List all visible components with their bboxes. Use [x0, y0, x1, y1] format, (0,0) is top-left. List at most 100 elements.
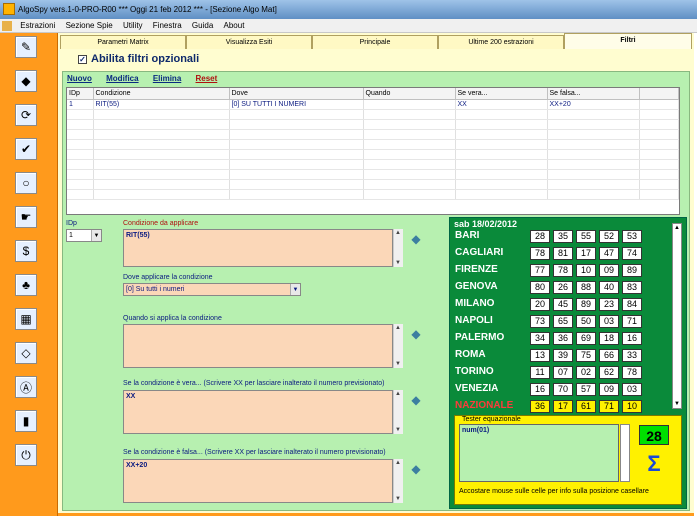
tab-filtri[interactable]: Filtri	[564, 33, 692, 49]
estratto-cell[interactable]: 23	[599, 298, 619, 311]
estratto-cell[interactable]: 09	[599, 264, 619, 277]
estratto-cell[interactable]: 81	[553, 247, 573, 260]
refresh-icon[interactable]: ⟳	[15, 104, 37, 126]
estratto-cell[interactable]: 39	[553, 349, 573, 362]
estratto-cell[interactable]: 16	[622, 332, 642, 345]
estratto-cell[interactable]: 69	[576, 332, 596, 345]
tab-parametri-matrix[interactable]: Parametri Matrix	[60, 35, 186, 49]
estratto-cell[interactable]: 75	[576, 349, 596, 362]
estratto-cell[interactable]: 55	[576, 230, 596, 243]
estratto-cell[interactable]: 33	[622, 349, 642, 362]
estratto-cell[interactable]: 45	[553, 298, 573, 311]
estratto-cell[interactable]: 18	[599, 332, 619, 345]
menu-estrazioni[interactable]: Estrazioni	[16, 19, 59, 33]
cond-textarea[interactable]: RIT(55)	[123, 229, 393, 267]
gem-icon[interactable]: ◆	[408, 462, 424, 476]
chevron-down-icon[interactable]: ▼	[91, 230, 101, 241]
estratto-cell[interactable]: 78	[622, 366, 642, 379]
estratto-cell[interactable]: 20	[530, 298, 550, 311]
idp-select[interactable]: 1 ▼	[66, 229, 102, 242]
menu-guida[interactable]: Guida	[188, 19, 217, 33]
tab-principale[interactable]: Principale	[312, 35, 438, 49]
estratto-cell[interactable]: 62	[599, 366, 619, 379]
menu-app-icon[interactable]	[2, 20, 12, 31]
estratto-cell[interactable]: 66	[599, 349, 619, 362]
estratto-cell[interactable]: 17	[576, 247, 596, 260]
estratto-cell[interactable]: 13	[530, 349, 550, 362]
chart-check-icon[interactable]: ✔	[15, 138, 37, 160]
estratto-cell[interactable]: 73	[530, 315, 550, 328]
estratto-cell[interactable]: 40	[599, 281, 619, 294]
estratto-cell[interactable]: 53	[622, 230, 642, 243]
estratto-cell[interactable]: 47	[599, 247, 619, 260]
estratto-cell[interactable]: 74	[622, 247, 642, 260]
menu-utility[interactable]: Utility	[119, 19, 147, 33]
estratto-cell[interactable]: 10	[622, 400, 642, 413]
estratto-cell[interactable]: 80	[530, 281, 550, 294]
col-header[interactable]: Condizione	[93, 88, 230, 100]
col-header[interactable]: Quando	[363, 88, 456, 100]
menu-about[interactable]: About	[220, 19, 249, 33]
chevron-down-icon[interactable]: ▼	[290, 284, 300, 295]
pointer-icon[interactable]: ☛	[15, 206, 37, 228]
dove-select[interactable]: [0] Su tutti i numeri ▼	[123, 283, 301, 296]
scroll-down-icon[interactable]: ▼	[674, 401, 680, 407]
menu-finestra[interactable]: Finestra	[149, 19, 186, 33]
menu-sezione-spie[interactable]: Sezione Spie	[62, 19, 117, 33]
estratto-cell[interactable]: 03	[622, 383, 642, 396]
estratto-cell[interactable]: 36	[553, 332, 573, 345]
nuovo-link[interactable]: Nuovo	[67, 74, 92, 83]
col-header[interactable]: IDp	[67, 88, 94, 100]
estratto-cell[interactable]: 03	[599, 315, 619, 328]
falsa-scrollbar[interactable]: ▲ ▼	[393, 459, 403, 503]
gem-icon[interactable]: ◆	[408, 327, 424, 341]
estratto-cell[interactable]: 88	[576, 281, 596, 294]
quando-textarea[interactable]	[123, 324, 393, 368]
tester-scrollbar[interactable]	[620, 424, 630, 482]
col-header[interactable]: Se falsa...	[547, 88, 640, 100]
money-icon[interactable]: $	[15, 240, 37, 262]
estratto-cell[interactable]: 78	[530, 247, 550, 260]
cond-scrollbar[interactable]: ▲ ▼	[393, 229, 403, 267]
tab-ultime-200[interactable]: Ultime 200 estrazioni	[438, 35, 564, 49]
reset-link[interactable]: Reset	[196, 74, 218, 83]
estratto-cell[interactable]: 71	[622, 315, 642, 328]
pencil-icon[interactable]: ✎	[15, 36, 37, 58]
abilita-filtri[interactable]: ✓ Abilita filtri opzionali	[78, 53, 199, 65]
estratto-cell[interactable]: 35	[553, 230, 573, 243]
estratto-cell[interactable]: 65	[553, 315, 573, 328]
gem-icon[interactable]: ◆	[408, 393, 424, 407]
scroll-up-icon[interactable]: ▲	[674, 225, 680, 231]
estratto-cell[interactable]: 89	[576, 298, 596, 311]
gem-icon[interactable]: ◆	[408, 232, 424, 246]
estratto-cell[interactable]: 89	[622, 264, 642, 277]
quando-scrollbar[interactable]: ▲ ▼	[393, 324, 403, 368]
estrazioni-scrollbar[interactable]: ▲ ▼	[672, 223, 682, 409]
book-icon[interactable]: ▮	[15, 410, 37, 432]
col-header[interactable]: Dove	[229, 88, 364, 100]
estratto-cell[interactable]: 61	[576, 400, 596, 413]
estratto-cell[interactable]: 83	[622, 281, 642, 294]
falsa-textarea[interactable]: XX+20	[123, 459, 393, 503]
tester-textarea[interactable]: num(01)	[459, 424, 619, 482]
grid-icon[interactable]: ▦	[15, 308, 37, 330]
estratto-cell[interactable]: 34	[530, 332, 550, 345]
vera-textarea[interactable]: XX	[123, 390, 393, 434]
bulb-icon[interactable]: ○	[15, 172, 37, 194]
estratto-cell[interactable]: 57	[576, 383, 596, 396]
estratto-cell[interactable]: 02	[576, 366, 596, 379]
vera-scrollbar[interactable]: ▲ ▼	[393, 390, 403, 434]
estratto-cell[interactable]: 36	[530, 400, 550, 413]
estratto-cell[interactable]: 17	[553, 400, 573, 413]
power-icon[interactable]: ⏻	[15, 444, 37, 466]
col-header[interactable]: Se vera...	[455, 88, 548, 100]
tab-visualizza-esiti[interactable]: Visualizza Esiti	[186, 35, 312, 49]
estratto-cell[interactable]: 10	[576, 264, 596, 277]
estratto-cell[interactable]: 52	[599, 230, 619, 243]
modifica-link[interactable]: Modifica	[106, 74, 138, 83]
a-icon[interactable]: Ⓐ	[15, 376, 37, 398]
estratto-cell[interactable]: 11	[530, 366, 550, 379]
estratto-cell[interactable]: 70	[553, 383, 573, 396]
drop-icon[interactable]: ◇	[15, 342, 37, 364]
estratto-cell[interactable]: 09	[599, 383, 619, 396]
